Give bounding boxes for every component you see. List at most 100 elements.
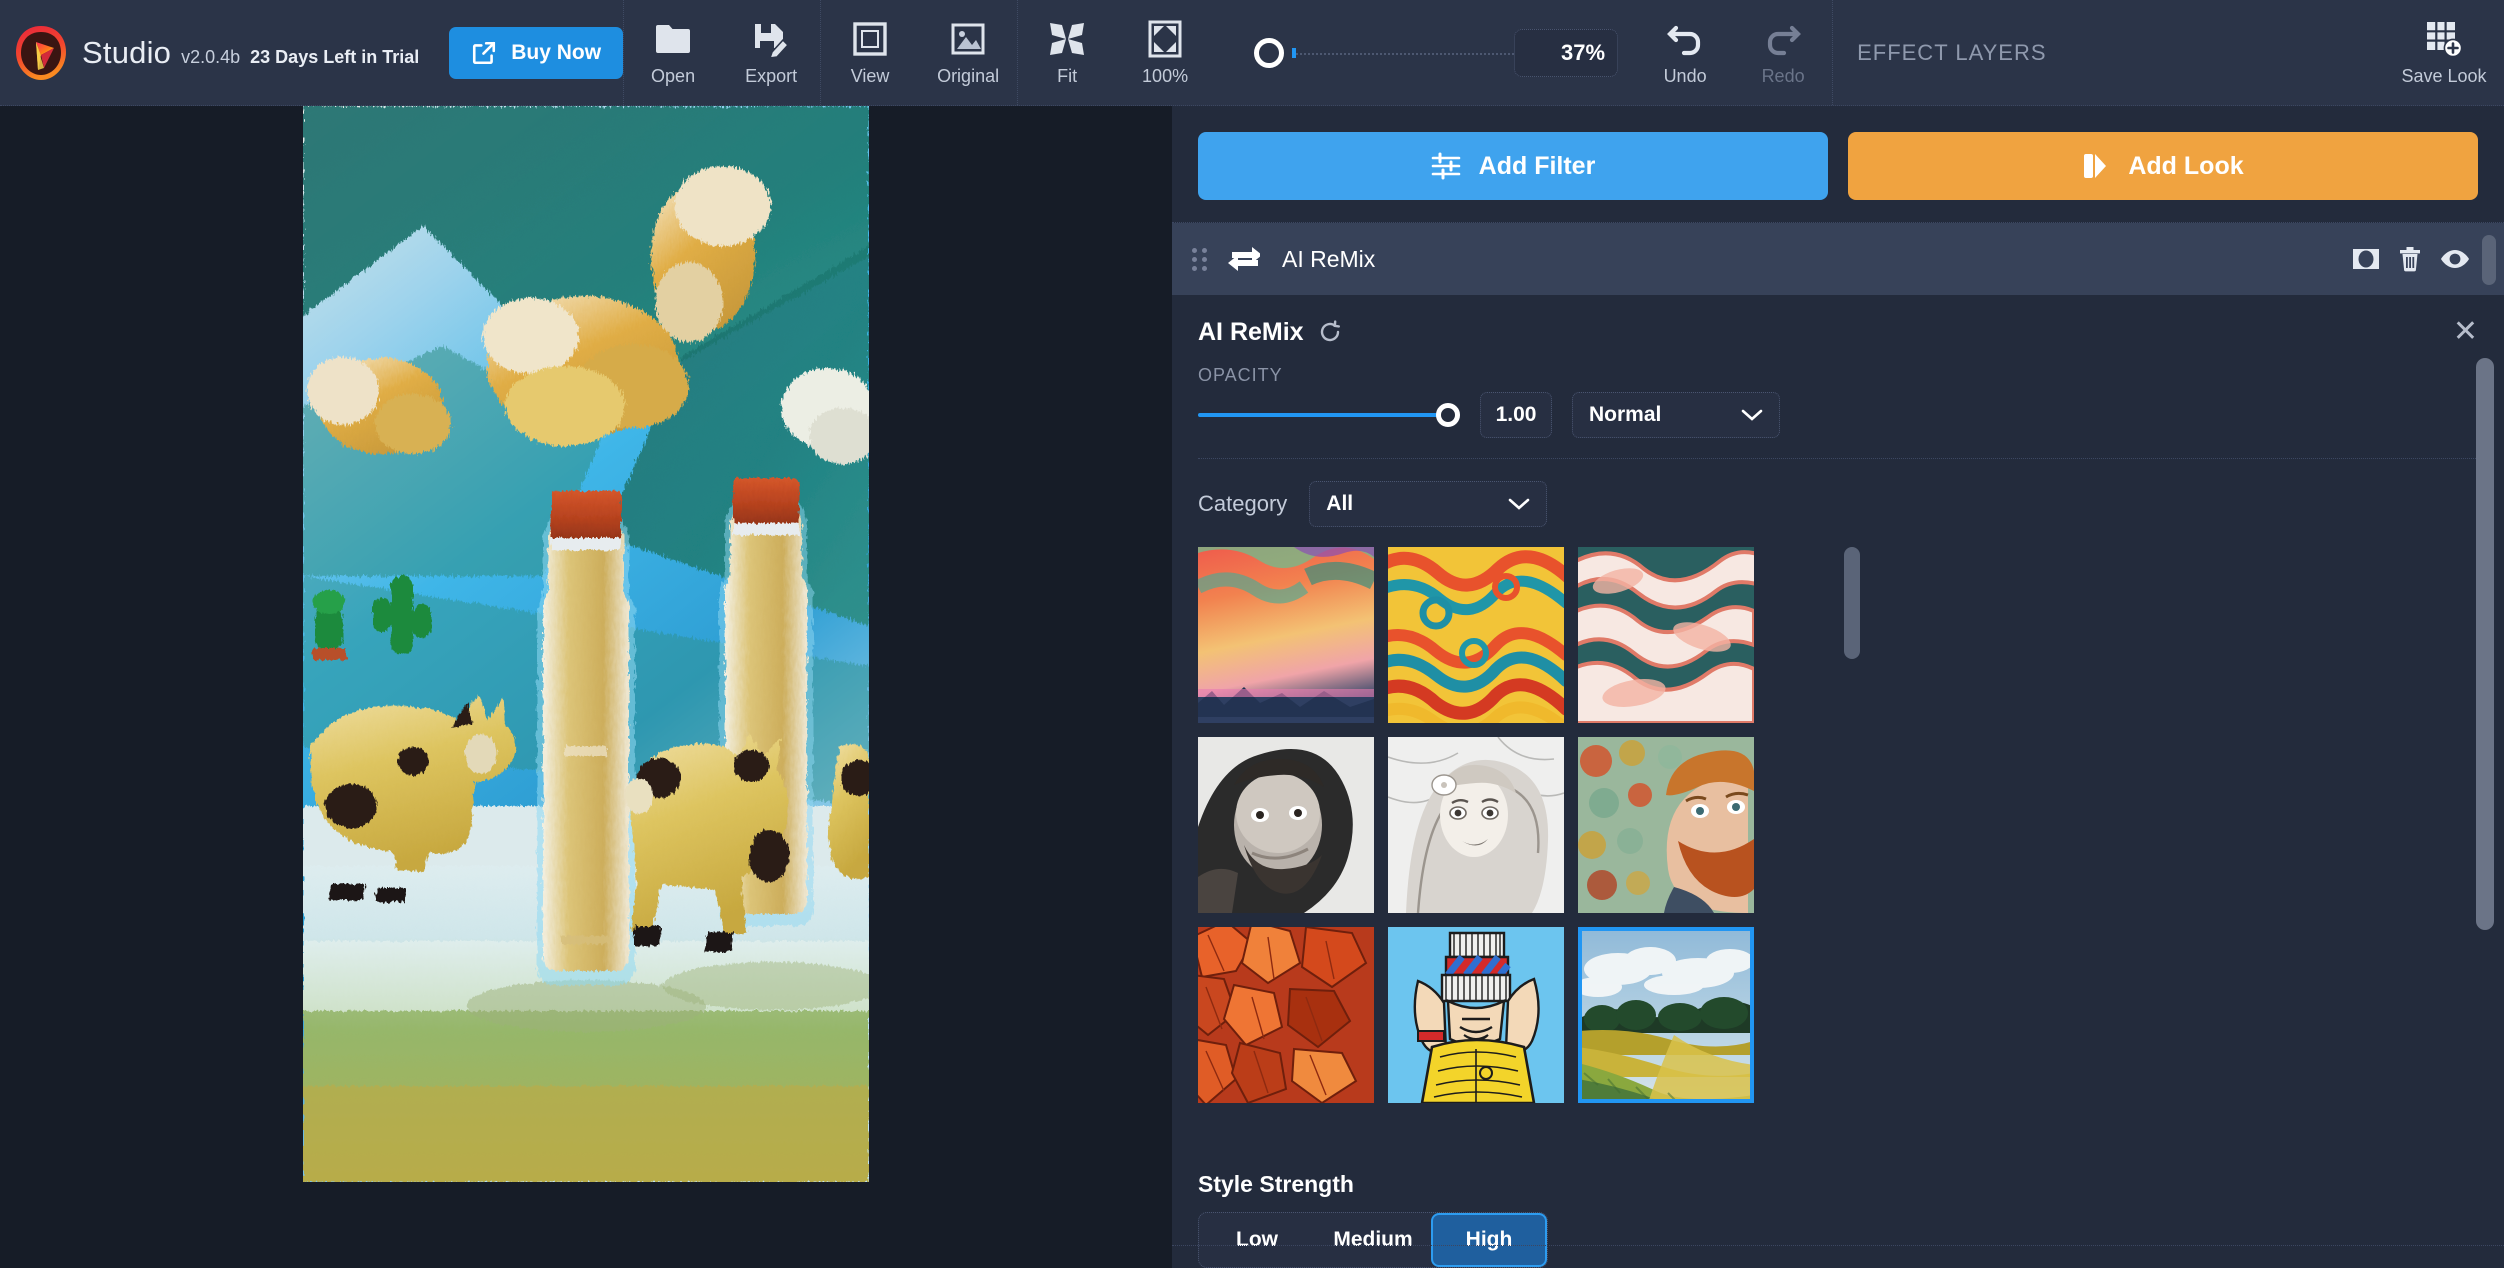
chevron-down-icon (1508, 497, 1530, 511)
fit-label: Fit (1057, 65, 1078, 86)
app-root: Studio v2.0.4b 23 Days Left in Trial Buy… (0, 0, 2504, 1268)
style-strength-section: Style Strength Low Medium High (1172, 1171, 2504, 1268)
properties-divider (1198, 458, 2478, 459)
top-toolbar: Studio v2.0.4b 23 Days Left in Trial Buy… (0, 0, 2504, 106)
style-thumbnail[interactable] (1388, 927, 1564, 1103)
redo-arrow-icon (1763, 19, 1803, 59)
open-label: Open (651, 65, 696, 86)
fit-arrows-icon (1047, 19, 1087, 59)
toolbar-tools: Open Export View Original Fit 100% 37% U… (624, 0, 1832, 105)
add-filter-label: Add Filter (1478, 151, 1596, 180)
undo-arrow-icon (1665, 19, 1705, 59)
grid-plus-icon (2424, 19, 2464, 59)
style-thumbnail[interactable] (1198, 927, 1374, 1103)
opacity-value-field[interactable]: 1.00 (1480, 392, 1552, 438)
swap-arrows-icon (1226, 246, 1260, 272)
external-link-icon (471, 40, 497, 66)
save-pencil-icon (751, 19, 791, 59)
undo-label: Undo (1663, 65, 1707, 86)
artboard-image[interactable] (303, 106, 869, 1182)
look-flag-icon (2082, 151, 2110, 181)
style-thumbnail-selected[interactable] (1578, 927, 1754, 1103)
main-body: Add Filter Add Look AI ReMix AI ReMix ✕ … (0, 106, 2504, 1268)
layer-name: AI ReMix (1282, 245, 1376, 272)
layer-properties: AI ReMix ✕ OPACITY 1.00 Normal Category … (1172, 295, 2504, 1149)
open-button[interactable]: Open (624, 0, 722, 105)
zoom-value-field[interactable]: 37% (1514, 28, 1619, 77)
canvas-area[interactable] (0, 106, 1172, 1268)
mask-icon[interactable] (2352, 247, 2380, 271)
style-thumbnail[interactable] (1388, 737, 1564, 913)
original-button[interactable]: Original (919, 0, 1017, 105)
style-strength-title: Style Strength (1198, 1171, 1354, 1197)
category-select[interactable]: All (1309, 481, 1548, 527)
category-label: Category (1198, 491, 1288, 516)
close-x-icon[interactable]: ✕ (2453, 317, 2478, 347)
style-thumbnail-grid (1198, 547, 2478, 1103)
blend-mode-select[interactable]: Normal (1572, 392, 1780, 438)
add-look-label: Add Look (2128, 151, 2244, 180)
eye-icon[interactable] (2440, 248, 2470, 270)
style-thumbnail[interactable] (1388, 547, 1564, 723)
zoom-slider-accent (1292, 47, 1297, 58)
opacity-slider[interactable] (1198, 400, 1460, 430)
effect-layers-title: EFFECT LAYERS (1857, 39, 2047, 65)
trash-icon[interactable] (2398, 246, 2422, 272)
effect-layers-panel: Add Filter Add Look AI ReMix AI ReMix ✕ … (1172, 106, 2504, 1268)
style-strength-segmented: Low Medium High (1198, 1212, 1548, 1268)
effect-layers-header: EFFECT LAYERS Save Look (1833, 0, 2504, 105)
style-thumbnail[interactable] (1198, 547, 1374, 723)
zoom-slider-handle[interactable] (1254, 37, 1285, 68)
opacity-slider-handle[interactable] (1436, 403, 1460, 427)
opacity-row: 1.00 Normal (1198, 392, 2478, 438)
zoom-100-button[interactable]: 100% (1116, 0, 1214, 105)
folder-icon (653, 19, 693, 59)
layer-row[interactable]: AI ReMix (1172, 223, 2504, 295)
zoom-slider[interactable] (1214, 0, 1515, 105)
frame-icon (850, 19, 890, 59)
redo-button[interactable]: Redo (1734, 19, 1832, 87)
opacity-label: OPACITY (1198, 365, 1283, 385)
app-version: v2.0.4b (181, 46, 241, 67)
panel-scrollbar[interactable] (2476, 358, 2494, 930)
layer-list-scrollbar[interactable] (2482, 235, 2496, 285)
opacity-slider-track (1198, 413, 1460, 417)
add-look-button[interactable]: Add Look (1848, 132, 2478, 200)
original-label: Original (937, 65, 1000, 86)
style-thumbnail[interactable] (1198, 737, 1374, 913)
undo-button[interactable]: Undo (1636, 19, 1734, 87)
layer-list: AI ReMix (1172, 222, 2504, 295)
layer-actions (2352, 246, 2470, 272)
pick-crystal-logo-icon (14, 24, 68, 82)
buy-now-button[interactable]: Buy Now (449, 26, 624, 79)
properties-title: AI ReMix (1198, 317, 1304, 346)
drag-grip-icon[interactable] (1192, 248, 1208, 271)
save-look-button[interactable]: Save Look (2384, 0, 2504, 105)
strength-high-button[interactable]: High (1431, 1213, 1547, 1267)
fit-button[interactable]: Fit (1018, 0, 1116, 105)
trial-status: 23 Days Left in Trial (250, 46, 420, 67)
zoom-100-label: 100% (1142, 65, 1189, 86)
chevron-down-icon (1741, 408, 1763, 422)
blend-mode-value: Normal (1589, 403, 1662, 426)
style-thumbnail[interactable] (1578, 737, 1754, 913)
add-filter-button[interactable]: Add Filter (1198, 132, 1828, 200)
add-buttons-row: Add Filter Add Look (1172, 106, 2504, 222)
export-button[interactable]: Export (722, 0, 820, 105)
strength-low-button[interactable]: Low (1199, 1213, 1315, 1267)
view-label: View (850, 65, 890, 86)
style-grid-scrollbar[interactable] (1844, 547, 1860, 659)
view-button[interactable]: View (821, 0, 919, 105)
strength-medium-button[interactable]: Medium (1315, 1213, 1431, 1267)
export-label: Export (745, 65, 798, 86)
expand-corners-icon (1145, 19, 1185, 59)
app-title: Studio (82, 34, 172, 70)
sliders-icon (1431, 152, 1461, 180)
history-group: Undo Redo (1636, 19, 1832, 87)
properties-header: AI ReMix ✕ (1198, 317, 2478, 347)
reset-circular-arrow-icon[interactable] (1318, 320, 1342, 344)
photo-icon (948, 19, 988, 59)
title-wrap: Studio v2.0.4b 23 Days Left in Trial (82, 35, 419, 71)
style-thumbnail[interactable] (1578, 547, 1754, 723)
view-tool-group: View Original (821, 0, 1017, 105)
